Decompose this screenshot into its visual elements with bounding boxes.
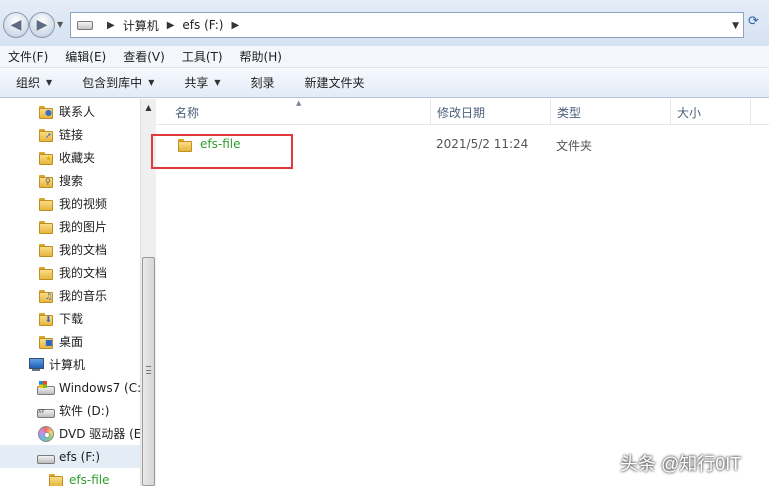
chevron-down-icon: ▼ (214, 78, 221, 87)
nav-item-computer[interactable]: 计算机 (0, 353, 140, 376)
file-date-cell: 2021/5/2 11:24 (436, 137, 529, 151)
nav-item-downloads[interactable]: ⬇ 下载 (0, 307, 140, 330)
include-in-library-label: 包含到库中 (82, 76, 143, 90)
nav-item-my-videos[interactable]: 我的视频 (0, 192, 140, 215)
new-folder-label: 新建文件夹 (304, 76, 365, 90)
nav-item-desktop[interactable]: ■ 桌面 (0, 330, 140, 353)
windows-drive-icon (36, 380, 55, 395)
command-bar: 组织 ▼ 包含到库中 ▼ 共享 ▼ 刻录 新建文件夹 (0, 68, 769, 98)
breadcrumb-efs-drive[interactable]: efs (F:) (182, 18, 223, 32)
breadcrumb-separator-icon[interactable]: ▶ (107, 20, 115, 31)
chevron-down-icon: ▼ (148, 78, 155, 87)
menu-view[interactable]: 查看(V) (123, 48, 165, 65)
column-header-type[interactable]: 类型 (551, 99, 671, 125)
menu-tools[interactable]: 工具(T) (182, 48, 223, 65)
grip-icon (146, 366, 151, 374)
nav-item-my-documents[interactable]: 我的文档 (0, 238, 140, 261)
documents-folder-icon (38, 266, 54, 280)
menu-bar: 文件(F) 编辑(E) 查看(V) 工具(T) 帮助(H) (0, 46, 769, 68)
nav-item-drive-c[interactable]: Windows7 (C: (0, 376, 140, 399)
searches-folder-icon: ⚲ (38, 174, 54, 188)
file-row[interactable]: efs-file 2021/5/2 11:24 文件夹 (167, 134, 767, 154)
dvd-drive-icon (38, 425, 54, 442)
address-bar-row: ◀ ▶ ▼ ▶ 计算机 ▶ efs (F:) ▶ ▼ ⟳ (0, 0, 769, 46)
share-button[interactable]: 共享 ▼ (184, 74, 220, 91)
column-header-row: ▲ 名称 修改日期 类型 大小 (157, 99, 769, 125)
address-bar[interactable]: ▶ 计算机 ▶ efs (F:) ▶ ▼ (70, 12, 744, 38)
new-folder-button[interactable]: 新建文件夹 (305, 74, 365, 91)
column-header-name[interactable]: 名称 (169, 99, 431, 125)
contacts-folder-icon: ● (38, 105, 54, 119)
menu-help[interactable]: 帮助(H) (240, 48, 282, 65)
nav-item-links[interactable]: ➚ 链接 (0, 123, 140, 146)
organize-button[interactable]: 组织 ▼ (16, 74, 52, 91)
pictures-folder-icon (38, 220, 54, 234)
column-header-date-modified[interactable]: 修改日期 (431, 99, 551, 125)
folder-icon (177, 138, 193, 152)
burn-label: 刻录 (250, 76, 275, 90)
nav-item-contacts[interactable]: ● 联系人 (0, 100, 140, 123)
videos-folder-icon (38, 197, 54, 211)
back-arrow-icon: ◀ (10, 17, 22, 33)
documents-folder-icon (38, 243, 54, 257)
share-label: 共享 (184, 76, 209, 90)
scrollbar-thumb[interactable] (142, 257, 155, 486)
recent-pages-dropdown-icon[interactable]: ▼ (57, 20, 63, 29)
computer-icon (28, 357, 44, 372)
nav-item-my-documents-2[interactable]: 我的文档 (0, 261, 140, 284)
nav-item-drive-f[interactable]: efs (F:) (0, 445, 140, 468)
organize-label: 组织 (16, 76, 41, 90)
favorites-folder-icon: ★ (38, 151, 54, 165)
watermark-text: 头条 @知行0IT (620, 454, 742, 474)
nav-item-my-music[interactable]: ♫ 我的音乐 (0, 284, 140, 307)
file-list-pane: ▲ 名称 修改日期 类型 大小 efs-file 2021/5/2 11:24 … (157, 99, 769, 486)
column-header-size[interactable]: 大小 (671, 99, 751, 125)
nav-item-my-pictures[interactable]: 我的图片 (0, 215, 140, 238)
links-folder-icon: ➚ (38, 128, 54, 142)
refresh-icon[interactable]: ⟳ (748, 14, 759, 29)
forward-button[interactable]: ▶ (29, 12, 55, 38)
nav-item-drive-d[interactable]: XP 软件 (D:) (0, 399, 140, 422)
downloads-folder-icon: ⬇ (38, 312, 54, 326)
drive-icon: XP (36, 404, 55, 418)
nav-item-efs-file[interactable]: efs-file (0, 468, 140, 486)
breadcrumb-separator-icon[interactable]: ▶ (167, 20, 175, 31)
burn-button[interactable]: 刻录 (251, 74, 275, 91)
drive-icon (36, 450, 55, 464)
back-button[interactable]: ◀ (3, 12, 29, 38)
include-in-library-button[interactable]: 包含到库中 ▼ (82, 74, 154, 91)
file-name-cell[interactable]: efs-file (177, 134, 240, 154)
file-type-cell: 文件夹 (556, 139, 593, 153)
menu-edit[interactable]: 编辑(E) (65, 48, 106, 65)
navigation-pane: ● 联系人 ➚ 链接 ★ 收藏夹 ⚲ 搜索 我的视频 我的图片 我的文档 我的文… (0, 99, 156, 486)
navigation-scrollbar[interactable]: ▲ (140, 99, 156, 486)
folder-icon (48, 473, 64, 486)
address-dropdown-icon[interactable]: ▼ (732, 21, 739, 31)
music-folder-icon: ♫ (38, 289, 54, 303)
scroll-up-icon[interactable]: ▲ (141, 99, 156, 115)
nav-item-dvd-drive[interactable]: DVD 驱动器 (E (0, 422, 140, 445)
desktop-folder-icon: ■ (38, 335, 54, 349)
chevron-down-icon: ▼ (46, 78, 53, 87)
menu-file[interactable]: 文件(F) (8, 48, 48, 65)
forward-arrow-icon: ▶ (36, 17, 48, 33)
breadcrumb-separator-icon[interactable]: ▶ (231, 20, 239, 31)
nav-item-searches[interactable]: ⚲ 搜索 (0, 169, 140, 192)
nav-item-favorites[interactable]: ★ 收藏夹 (0, 146, 140, 169)
breadcrumb-computer[interactable]: 计算机 (123, 17, 159, 34)
drive-icon (77, 20, 93, 30)
